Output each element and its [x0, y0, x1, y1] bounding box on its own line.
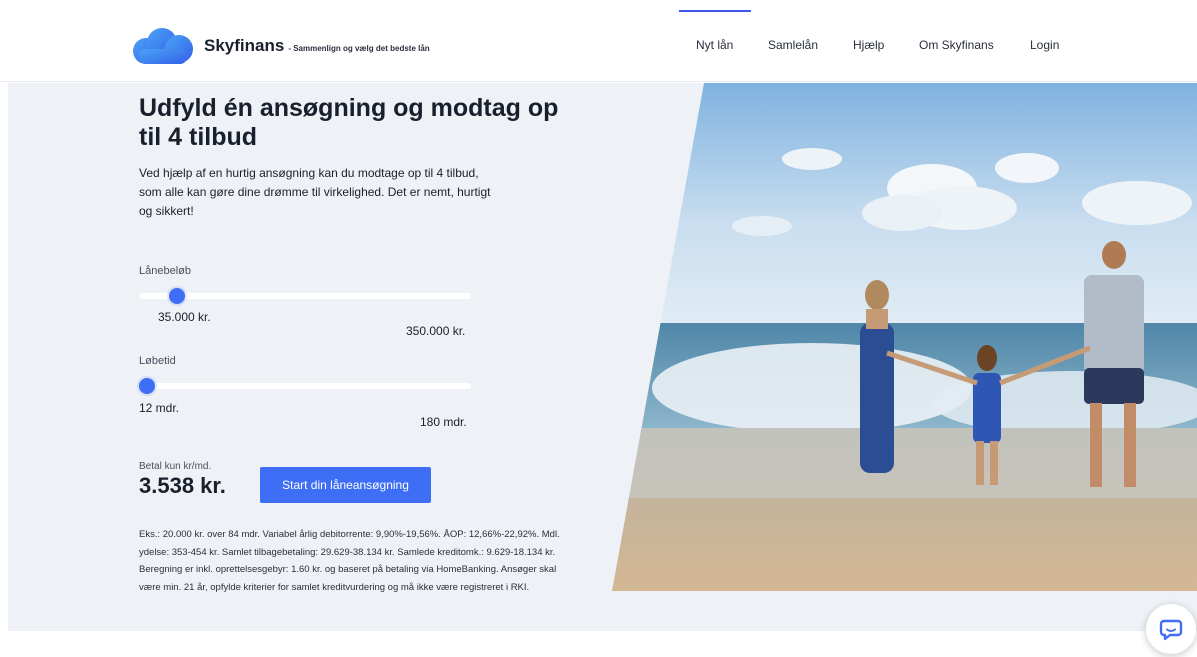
loan-amount-slider-handle[interactable] — [169, 288, 186, 304]
loan-amount-max-value: 350.000 kr. — [406, 324, 466, 338]
loan-amount-slider-track[interactable] — [139, 293, 471, 299]
nav-item-nyt-laan[interactable]: Nyt lån — [696, 38, 733, 52]
nav-item-login[interactable]: Login — [1030, 38, 1059, 52]
loan-term-current-value: 12 mdr. — [139, 401, 180, 415]
hero-photo-family-beach — [612, 83, 1197, 591]
main-nav: Nyt lån Samlelån Hjælp Om Skyfinans Logi… — [0, 38, 1197, 54]
chat-widget-button[interactable] — [1146, 604, 1196, 654]
loan-amount-current-value: 35.000 kr. — [158, 310, 211, 324]
nav-item-samlelaan[interactable]: Samlelån — [768, 38, 818, 52]
nav-item-om-skyfinans[interactable]: Om Skyfinans — [919, 38, 994, 52]
loan-term-slider-track[interactable] — [139, 383, 471, 389]
chat-bubble-icon — [1159, 619, 1183, 641]
loan-disclaimer: Eks.: 20.000 kr. over 84 mdr. Variabel å… — [139, 529, 560, 593]
hero-title: Udfyld én ansøgning og modtag op til 4 t… — [139, 94, 559, 151]
loan-term-label: Løbetid — [139, 355, 176, 367]
active-nav-indicator — [679, 10, 751, 12]
start-application-button[interactable]: Start din låneansøgning — [260, 467, 431, 503]
monthly-payment-amount: 3.538 kr. — [139, 473, 226, 498]
monthly-payment-label: Betal kun kr/md. — [139, 461, 212, 472]
top-navigation-bar: Skyfinans - Sammenlign og vælg det bedst… — [0, 0, 1197, 82]
loan-term-slider-handle[interactable] — [139, 378, 155, 394]
nav-item-hjaelp[interactable]: Hjælp — [853, 38, 884, 52]
hero-lead: Ved hjælp af en hurtig ansøgning kan du … — [139, 166, 491, 218]
loan-term-max-value: 180 mdr. — [420, 415, 467, 429]
loan-amount-label: Lånebeløb — [139, 265, 191, 277]
